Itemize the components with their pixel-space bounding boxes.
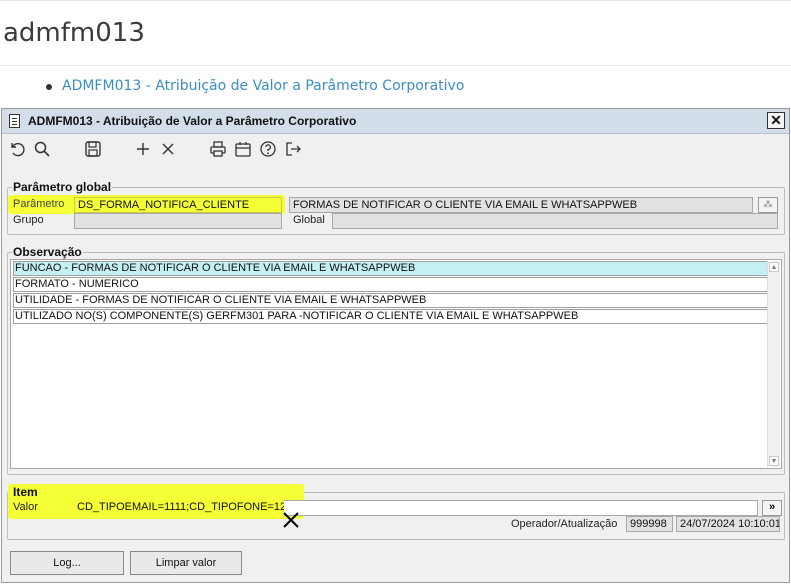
screen-link[interactable]: ADMFM013 - Atribuição de Valor a Parâmet… xyxy=(62,78,464,94)
parametro-descricao-field: FORMAS DE NOTIFICAR O CLIENTE VIA EMAIL … xyxy=(289,197,753,213)
observacao-legend: Observação xyxy=(12,245,83,259)
document-icon xyxy=(9,114,20,128)
expand-button[interactable]: » xyxy=(762,500,782,516)
observacao-list[interactable]: FUNCAO - FORMAS DE NOTIFICAR O CLIENTE V… xyxy=(10,259,782,469)
page-title: admfm013 xyxy=(3,18,145,48)
parametro-label: Parâmetro xyxy=(13,198,65,210)
list-item[interactable]: FUNCAO - FORMAS DE NOTIFICAR O CLIENTE V… xyxy=(13,261,769,276)
log-button[interactable]: Log... xyxy=(10,551,124,575)
window-titlebar: ADMFM013 - Atribuição de Valor a Parâmet… xyxy=(2,109,789,134)
save-icon[interactable] xyxy=(83,140,103,160)
toolbar xyxy=(2,134,789,166)
parametro-global-legend: Parâmetro global xyxy=(12,180,113,194)
scroll-up-icon[interactable]: ▲ xyxy=(769,262,779,272)
undo-icon[interactable] xyxy=(7,140,27,160)
header-divider xyxy=(0,65,791,66)
calendar-icon[interactable] xyxy=(233,140,253,160)
list-item[interactable]: UTILIDADE - FORMAS DE NOTIFICAR O CLIENT… xyxy=(13,293,769,308)
global-field[interactable] xyxy=(332,213,778,229)
bullet-icon xyxy=(46,84,52,90)
window-title: ADMFM013 - Atribuição de Valor a Parâmet… xyxy=(28,114,357,128)
grupo-field[interactable] xyxy=(74,213,282,229)
valor-label: Valor xyxy=(13,501,38,513)
operador-label: Operador/Atualização xyxy=(511,518,618,530)
exit-icon[interactable] xyxy=(283,140,303,160)
grupo-label: Grupo xyxy=(13,214,44,226)
list-item[interactable]: FORMATO - NUMERICO xyxy=(13,277,769,292)
parametro-field[interactable]: DS_FORMA_NOTIFICA_CLIENTE xyxy=(74,197,282,213)
close-button[interactable]: ✕ xyxy=(767,112,785,129)
operador-field: 999998 xyxy=(626,516,673,532)
list-item[interactable]: UTILIZADO NO(S) COMPONENTE(S) GERFM301 P… xyxy=(13,309,769,324)
print-icon[interactable] xyxy=(208,140,228,160)
add-icon[interactable] xyxy=(133,140,153,160)
top-divider xyxy=(0,0,791,1)
cursor-x-icon xyxy=(282,511,300,529)
item-legend: Item xyxy=(12,485,39,499)
delete-icon[interactable] xyxy=(158,140,178,160)
limpar-valor-button[interactable]: Limpar valor xyxy=(130,551,242,575)
atualizacao-field: 24/07/2024 10:10:01 xyxy=(676,516,780,532)
form-window: ADMFM013 - Atribuição de Valor a Parâmet… xyxy=(1,108,790,583)
search-icon[interactable] xyxy=(32,140,52,160)
scroll-down-icon[interactable]: ▼ xyxy=(769,456,779,466)
help-icon[interactable] xyxy=(258,140,278,160)
valor-value[interactable]: CD_TIPOEMAIL=1111;CD_TIPOFONE=1222 xyxy=(74,500,284,516)
vertical-scrollbar[interactable]: ▲ ▼ xyxy=(767,261,780,467)
global-label: Global xyxy=(293,214,325,226)
lookup-icon[interactable]: ⁂ xyxy=(758,197,778,213)
